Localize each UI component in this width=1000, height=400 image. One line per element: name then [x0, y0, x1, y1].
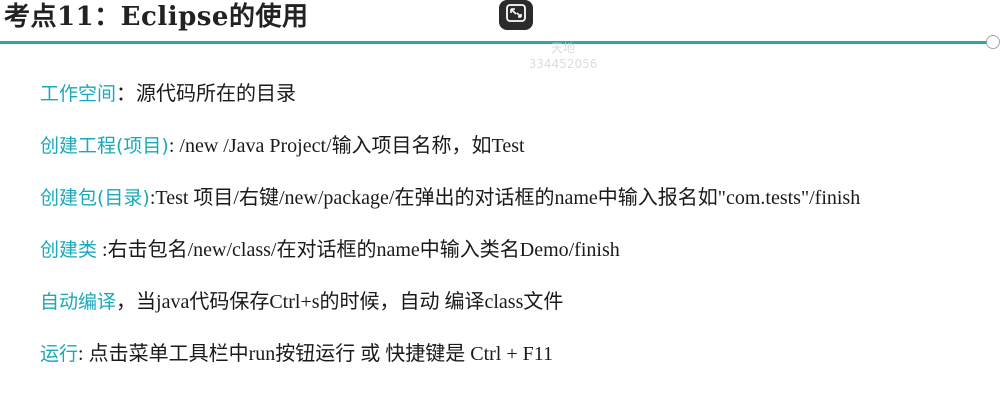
- list-item-workspace: 工作空间：源代码所在的目录: [40, 80, 860, 132]
- page-title: 考点11：Eclipse的使用: [4, 2, 309, 32]
- list-item-create-package: 创建包(目录):Test 项目/右键/new/package/在弹出的对话框的n…: [40, 184, 860, 236]
- watermark-line-1: 天地: [550, 41, 575, 55]
- restore-window-button[interactable]: [499, 0, 533, 30]
- title-divider: [0, 41, 990, 44]
- item-text: : 点击菜单工具栏中run按钮运行 或 快捷键是 Ctrl + F11: [78, 343, 554, 365]
- list-item-create-class: 创建类 :右击包名/new/class/在对话框的name中输入类名Demo/f…: [40, 236, 860, 288]
- item-text: : /new /Java Project/输入项目名称，如Test: [168, 135, 525, 157]
- item-text: :右击包名/new/class/在对话框的name中输入类名Demo/finis…: [97, 239, 620, 261]
- item-text: :Test 项目/右键/new/package/在弹出的对话框的name中输入报…: [149, 187, 861, 209]
- list-item-auto-compile: 自动编译，当java代码保存Ctrl+s的时候，自动 编译class文件: [40, 288, 860, 340]
- watermark: 天地 334452056: [518, 40, 608, 72]
- watermark-line-2: 334452056: [528, 57, 598, 71]
- item-label: 工作空间: [40, 83, 117, 105]
- item-label: 运行: [40, 343, 79, 365]
- item-label: 创建类: [40, 239, 98, 261]
- item-text: ：源代码所在的目录: [116, 83, 297, 105]
- item-label: 创建工程(项目): [40, 135, 169, 157]
- content-list: 工作空间：源代码所在的目录 创建工程(项目): /new /Java Proje…: [40, 80, 860, 392]
- item-text: ，当java代码保存Ctrl+s的时候，自动 编译class文件: [116, 291, 564, 313]
- item-label: 创建包(目录): [40, 187, 150, 209]
- item-label: 自动编译: [40, 291, 117, 313]
- divider-end-cap: [986, 35, 1000, 49]
- restore-window-icon: [505, 3, 527, 28]
- list-item-create-project: 创建工程(项目): /new /Java Project/输入项目名称，如Tes…: [40, 132, 860, 184]
- list-item-run: 运行: 点击菜单工具栏中run按钮运行 或 快捷键是 Ctrl + F11: [40, 340, 860, 392]
